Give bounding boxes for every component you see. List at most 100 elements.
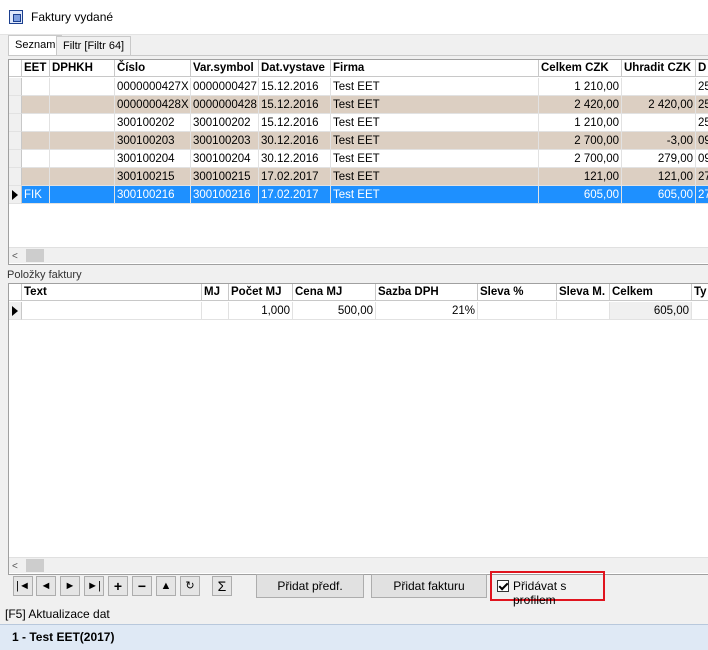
sum-icon[interactable]: Σ (212, 576, 232, 596)
items-grid[interactable]: Text MJ Počet MJ Cena MJ Sazba DPH Sleva % Sle… (8, 283, 708, 575)
table-cell[interactable]: 15.12.2016 (259, 114, 331, 132)
table-cell[interactable] (50, 132, 115, 150)
table-cell[interactable] (22, 132, 50, 150)
table-cell[interactable] (22, 114, 50, 132)
column-header[interactable]: Firma (331, 60, 539, 77)
table-cell[interactable]: 30.12.2016 (259, 132, 331, 150)
table-cell[interactable]: 2 700,00 (539, 150, 622, 168)
table-cell[interactable]: Test EET (331, 132, 539, 150)
table-cell[interactable] (22, 168, 50, 186)
table-cell[interactable] (22, 302, 202, 320)
column-header[interactable]: Počet MJ (229, 284, 293, 301)
table-cell[interactable]: 17.02.2017 (259, 186, 331, 204)
pridavat-profil-checkbox[interactable] (497, 580, 509, 592)
table-cell[interactable]: 21% (376, 302, 478, 320)
tab-filtr[interactable]: Filtr [Filtr 64] (56, 36, 132, 55)
table-cell[interactable]: 300100216 (115, 186, 191, 204)
column-header[interactable]: Sazba DPH (376, 284, 478, 301)
table-cell[interactable]: 605,00 (622, 186, 696, 204)
table-cell[interactable]: 2 420,00 (539, 96, 622, 114)
table-cell[interactable]: 279,00 (622, 150, 696, 168)
table-cell[interactable]: 300100204 (191, 150, 259, 168)
table-cell[interactable]: FIK (22, 186, 50, 204)
table-cell[interactable]: 17.02.2017 (259, 168, 331, 186)
column-header[interactable]: Text (22, 284, 202, 301)
column-header[interactable]: Ty (692, 284, 708, 301)
table-cell[interactable]: 0000000427X (115, 78, 191, 96)
column-header[interactable]: D (696, 60, 708, 77)
row-indicator[interactable] (9, 78, 22, 96)
table-cell[interactable]: 27 (696, 168, 708, 186)
table-cell[interactable] (622, 78, 696, 96)
row-indicator[interactable] (9, 114, 22, 132)
table-cell[interactable]: 1,000 (229, 302, 293, 320)
column-header[interactable]: Číslo (115, 60, 191, 77)
first-record-button[interactable]: |◄ (13, 576, 33, 596)
post-record-button[interactable]: ▲ (156, 576, 176, 596)
table-cell[interactable]: 605,00 (610, 302, 692, 320)
table-cell[interactable]: 09 (696, 150, 708, 168)
table-cell[interactable]: Test EET (331, 168, 539, 186)
table-cell[interactable]: 1 210,00 (539, 78, 622, 96)
column-header[interactable]: Dat.vystave (259, 60, 331, 77)
scrollbar-thumb[interactable] (26, 249, 44, 262)
row-indicator[interactable] (9, 150, 22, 168)
table-cell[interactable]: 300100203 (115, 132, 191, 150)
table-cell[interactable]: 500,00 (293, 302, 376, 320)
table-cell[interactable] (50, 186, 115, 204)
column-header[interactable]: Uhradit CZK (622, 60, 696, 77)
table-cell[interactable] (50, 150, 115, 168)
column-header[interactable]: MJ (202, 284, 229, 301)
next-record-button[interactable]: ► (60, 576, 80, 596)
table-cell[interactable] (478, 302, 557, 320)
table-cell[interactable]: 25 (696, 78, 708, 96)
table-cell[interactable]: 300100203 (191, 132, 259, 150)
table-cell[interactable]: -3,00 (622, 132, 696, 150)
table-cell[interactable]: 30.12.2016 (259, 150, 331, 168)
pridat-fakturu-button[interactable]: Přidat fakturu (371, 574, 487, 598)
column-header[interactable]: Celkem CZK (539, 60, 622, 77)
table-cell[interactable]: 121,00 (539, 168, 622, 186)
add-record-button[interactable]: + (108, 576, 128, 596)
table-cell[interactable] (202, 302, 229, 320)
table-cell[interactable]: Test EET (331, 186, 539, 204)
table-cell[interactable]: Test EET (331, 96, 539, 114)
row-indicator[interactable] (9, 96, 22, 114)
table-cell[interactable]: 300100216 (191, 186, 259, 204)
refresh-button[interactable]: ↻ (180, 576, 200, 596)
table-cell[interactable]: 15.12.2016 (259, 78, 331, 96)
prev-record-button[interactable]: ◄ (36, 576, 56, 596)
table-cell[interactable]: 0000000428X (115, 96, 191, 114)
column-header[interactable]: EET (22, 60, 50, 77)
table-cell[interactable] (22, 78, 50, 96)
column-header[interactable]: Cena MJ (293, 284, 376, 301)
table-cell[interactable]: 2 700,00 (539, 132, 622, 150)
table-cell[interactable]: Test EET (331, 78, 539, 96)
row-indicator[interactable] (9, 168, 22, 186)
table-cell[interactable]: 605,00 (539, 186, 622, 204)
table-cell[interactable]: 121,00 (622, 168, 696, 186)
last-record-button[interactable]: ►| (84, 576, 104, 596)
tab-seznam[interactable]: Seznam (8, 35, 63, 55)
horizontal-scrollbar[interactable]: < (9, 247, 708, 263)
table-cell[interactable] (622, 114, 696, 132)
table-cell[interactable]: Test EET (331, 150, 539, 168)
table-cell[interactable] (50, 168, 115, 186)
pridavat-profil-label[interactable]: Přidávat s profilem (513, 579, 603, 607)
column-header[interactable]: Var.symbol (191, 60, 259, 77)
scroll-left-icon[interactable]: < (12, 251, 18, 262)
table-cell[interactable] (50, 78, 115, 96)
table-cell[interactable]: 0000000428 (191, 96, 259, 114)
table-cell[interactable]: 27 (696, 186, 708, 204)
row-indicator[interactable] (9, 302, 22, 320)
invoices-grid[interactable]: EET DPHKH Číslo Var.symbol Dat.vystave Firma C… (8, 59, 708, 265)
table-cell[interactable] (22, 96, 50, 114)
column-header[interactable]: Celkem (610, 284, 692, 301)
table-cell[interactable] (50, 96, 115, 114)
table-cell[interactable]: 300100204 (115, 150, 191, 168)
table-cell[interactable]: 25 (696, 114, 708, 132)
table-cell[interactable]: 300100215 (191, 168, 259, 186)
table-cell[interactable]: 15.12.2016 (259, 96, 331, 114)
row-indicator[interactable] (9, 186, 22, 204)
table-cell[interactable]: 1 210,00 (539, 114, 622, 132)
